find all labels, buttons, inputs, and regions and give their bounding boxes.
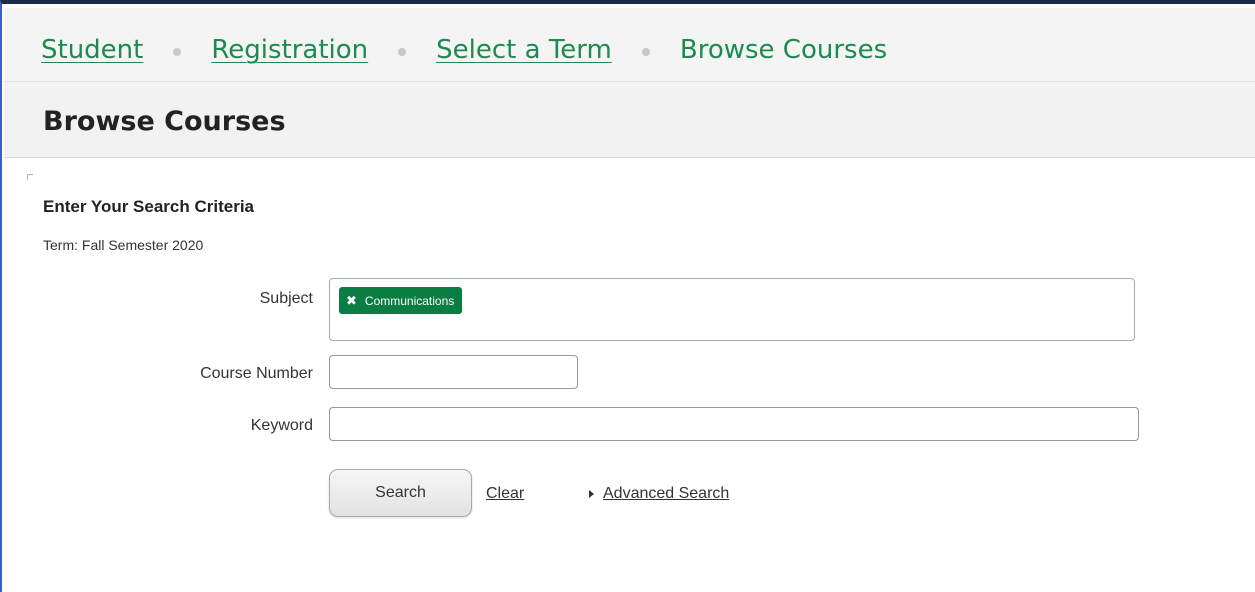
page-title-bar: Browse Courses (4, 82, 1255, 158)
search-criteria-heading: Enter Your Search Criteria (43, 197, 255, 216)
remove-chip-icon[interactable]: ✖ (346, 293, 357, 309)
search-button[interactable]: Search (329, 469, 472, 517)
clear-link[interactable]: Clear (486, 484, 524, 504)
subject-chip-label: Communications (364, 293, 455, 308)
keyword-label: Keyword (250, 417, 313, 434)
keyword-input[interactable] (329, 407, 1139, 441)
selected-term-text: Term: Fall Semester 2020 (43, 237, 204, 253)
page-title: Browse Courses (43, 106, 286, 137)
breadcrumb-separator-dot (173, 48, 182, 56)
advanced-search-link[interactable]: Advanced Search (603, 484, 729, 504)
breadcrumb-current-page: Browse Courses (679, 35, 888, 65)
breadcrumb-separator-dot (398, 48, 407, 56)
breadcrumb: Student Registration Select a Term Brows… (41, 32, 887, 68)
breadcrumb-bar: Student Registration Select a Term Brows… (4, 8, 1255, 82)
course-number-label: Course Number (200, 365, 313, 382)
subject-multiselect[interactable]: ✖ Communications (329, 278, 1135, 341)
breadcrumb-separator-dot (641, 48, 650, 56)
breadcrumb-select-term-link[interactable]: Select a Term (436, 32, 612, 68)
breadcrumb-registration-link[interactable]: Registration (211, 32, 368, 68)
browser-frame: Student Registration Select a Term Brows… (0, 0, 1255, 592)
subject-chip-communications[interactable]: ✖ Communications (339, 287, 463, 314)
corner-marker (27, 174, 33, 180)
subject-label: Subject (259, 290, 313, 307)
advanced-search-toggle[interactable]: Advanced Search (589, 484, 729, 504)
caret-right-icon (589, 490, 594, 498)
course-number-input[interactable] (329, 355, 578, 389)
breadcrumb-student-link[interactable]: Student (41, 32, 143, 68)
